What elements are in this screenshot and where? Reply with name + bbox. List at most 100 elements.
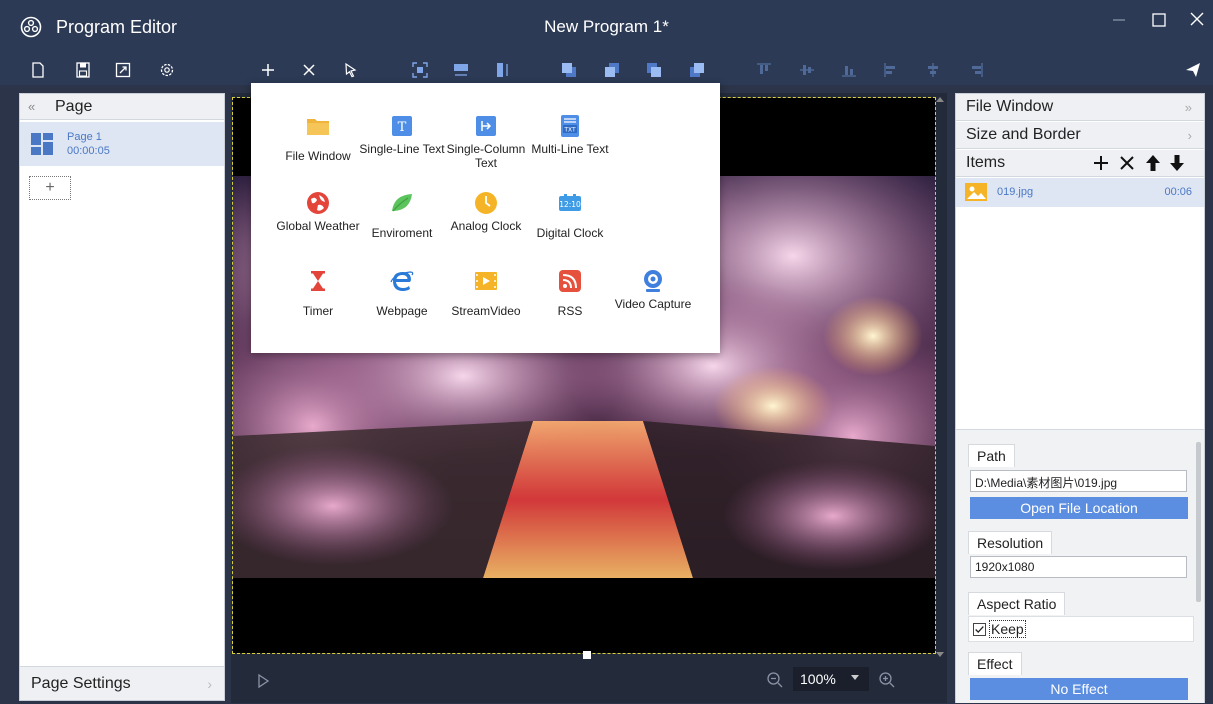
add-item-icon[interactable] — [1092, 154, 1110, 172]
remove-item-icon[interactable] — [1118, 154, 1136, 172]
folder-icon — [307, 119, 329, 135]
items-section: Items — [956, 150, 1204, 177]
chevron-right-icon: › — [1187, 128, 1192, 143]
play-icon[interactable] — [255, 673, 271, 689]
fit-width-icon[interactable] — [449, 58, 473, 82]
align-vcenter-icon[interactable] — [795, 58, 819, 82]
bring-forward-icon[interactable] — [600, 58, 624, 82]
menu-item-single-column-text[interactable]: Single-Column Text — [443, 114, 529, 180]
keep-aspect-row: Keep — [968, 616, 1194, 642]
collapse-icon[interactable]: « — [28, 99, 35, 114]
menu-item-file-window[interactable]: File Window — [275, 114, 361, 180]
maximize-icon[interactable] — [1146, 8, 1172, 32]
items-label: Items — [966, 154, 1006, 171]
align-left-icon[interactable] — [879, 58, 903, 82]
page-settings-section[interactable]: Page Settings › — [20, 666, 224, 700]
item-list-row[interactable]: 019.jpg 00:06 — [956, 178, 1204, 207]
menu-item-webpage[interactable]: Webpage — [359, 269, 445, 335]
stream-video-icon — [475, 272, 497, 290]
zoom-in-icon[interactable] — [878, 671, 896, 689]
new-file-icon[interactable] — [26, 58, 50, 82]
menu-item-analog-clock[interactable]: Analog Clock — [443, 191, 529, 257]
move-up-icon[interactable] — [1144, 154, 1162, 172]
browser-icon — [390, 271, 414, 291]
settings-icon[interactable] — [155, 58, 179, 82]
save-icon[interactable] — [71, 58, 95, 82]
item-properties: Path D:\Media\素材图片\019.jpg Open File Loc… — [956, 429, 1204, 703]
menu-item-single-line-text[interactable]: T Single-Line Text — [359, 114, 445, 180]
insert-media-menu: File Window T Single-Line Text Single-Co… — [251, 83, 720, 353]
properties-scrollbar[interactable] — [1196, 442, 1201, 602]
svg-text:12:10: 12:10 — [559, 200, 581, 209]
open-file-location-button[interactable]: Open File Location — [970, 497, 1188, 519]
svg-text:T: T — [398, 120, 407, 135]
page-panel-title: Page — [55, 98, 93, 115]
page-list-item[interactable]: Page 1 00:00:05 — [20, 122, 224, 166]
item-duration: 00:06 — [1164, 186, 1192, 198]
menu-item-video-capture[interactable]: Video Capture — [610, 269, 696, 335]
webcam-icon — [644, 270, 662, 292]
page-thumbnail-icon — [31, 133, 53, 155]
aspect-ratio-label: Aspect Ratio — [968, 592, 1066, 615]
align-bottom-icon[interactable] — [837, 58, 861, 82]
resize-handle[interactable] — [583, 651, 591, 659]
chevron-right-icon: › — [207, 676, 212, 692]
digital-clock-icon: 12:10 — [559, 194, 581, 211]
page-name: Page 1 — [67, 131, 102, 143]
zoom-value: 100% — [800, 671, 836, 687]
rss-icon — [559, 270, 581, 292]
resolution-field[interactable]: 1920x1080 — [970, 556, 1187, 578]
delete-icon[interactable] — [297, 58, 321, 82]
add-page-button[interactable]: + — [29, 176, 71, 200]
send-backward-icon[interactable] — [642, 58, 666, 82]
effect-select-button[interactable]: No Effect — [970, 678, 1188, 700]
resize-icon[interactable] — [111, 58, 135, 82]
close-icon[interactable] — [1184, 8, 1210, 32]
zoom-out-icon[interactable] — [766, 671, 784, 689]
align-hcenter-icon[interactable] — [921, 58, 945, 82]
path-field[interactable]: D:\Media\素材图片\019.jpg — [970, 470, 1187, 492]
fit-icon[interactable] — [408, 58, 432, 82]
hourglass-icon — [311, 271, 325, 291]
single-line-text-icon: T — [392, 116, 412, 136]
file-window-section[interactable]: File Window » — [956, 94, 1204, 121]
leaf-icon — [392, 194, 412, 212]
size-border-label: Size and Border — [966, 126, 1081, 143]
single-column-text-icon — [476, 116, 496, 136]
page-duration: 00:00:05 — [67, 145, 110, 157]
canvas-scrollbar[interactable] — [935, 97, 945, 657]
menu-item-rss[interactable]: RSS — [527, 269, 613, 335]
chevron-down-icon[interactable] — [851, 675, 859, 680]
minimize-icon[interactable] — [1106, 8, 1132, 32]
document-title: New Program 1* — [544, 17, 669, 36]
select-icon[interactable] — [339, 58, 363, 82]
send-back-icon[interactable] — [685, 58, 709, 82]
fit-height-icon[interactable] — [491, 58, 515, 82]
title-bar: Program Editor New Program 1* — [0, 0, 1213, 55]
align-right-icon[interactable] — [964, 58, 988, 82]
menu-item-digital-clock[interactable]: 12:10 Digital Clock — [527, 191, 613, 257]
keep-label[interactable]: Keep — [989, 620, 1026, 638]
page-panel-header: « Page — [20, 94, 224, 120]
menu-item-global-weather[interactable]: Global Weather — [275, 191, 361, 257]
menu-item-multi-line-text[interactable]: TXT Multi-Line Text — [527, 114, 613, 180]
app-title: Program Editor — [56, 17, 178, 37]
item-name: 019.jpg — [997, 186, 1034, 198]
move-down-icon[interactable] — [1168, 154, 1186, 172]
analog-clock-icon — [475, 192, 497, 214]
menu-item-timer[interactable]: Timer — [275, 269, 361, 335]
menu-item-streamvideo[interactable]: StreamVideo — [443, 269, 529, 335]
canvas-footer: 100% — [231, 661, 947, 703]
add-icon[interactable] — [256, 58, 280, 82]
effect-label: Effect — [968, 652, 1022, 675]
expand-icon[interactable]: » — [1185, 100, 1192, 115]
align-top-icon[interactable] — [752, 58, 776, 82]
publish-icon[interactable] — [1181, 58, 1205, 82]
svg-text:TXT: TXT — [563, 127, 576, 134]
path-label: Path — [968, 444, 1015, 467]
bring-front-icon[interactable] — [557, 58, 581, 82]
size-border-section[interactable]: Size and Border › — [956, 122, 1204, 149]
page-settings-label: Page Settings — [31, 675, 131, 692]
keep-checkbox[interactable] — [973, 623, 986, 636]
menu-item-enviroment[interactable]: Enviroment — [359, 191, 445, 257]
